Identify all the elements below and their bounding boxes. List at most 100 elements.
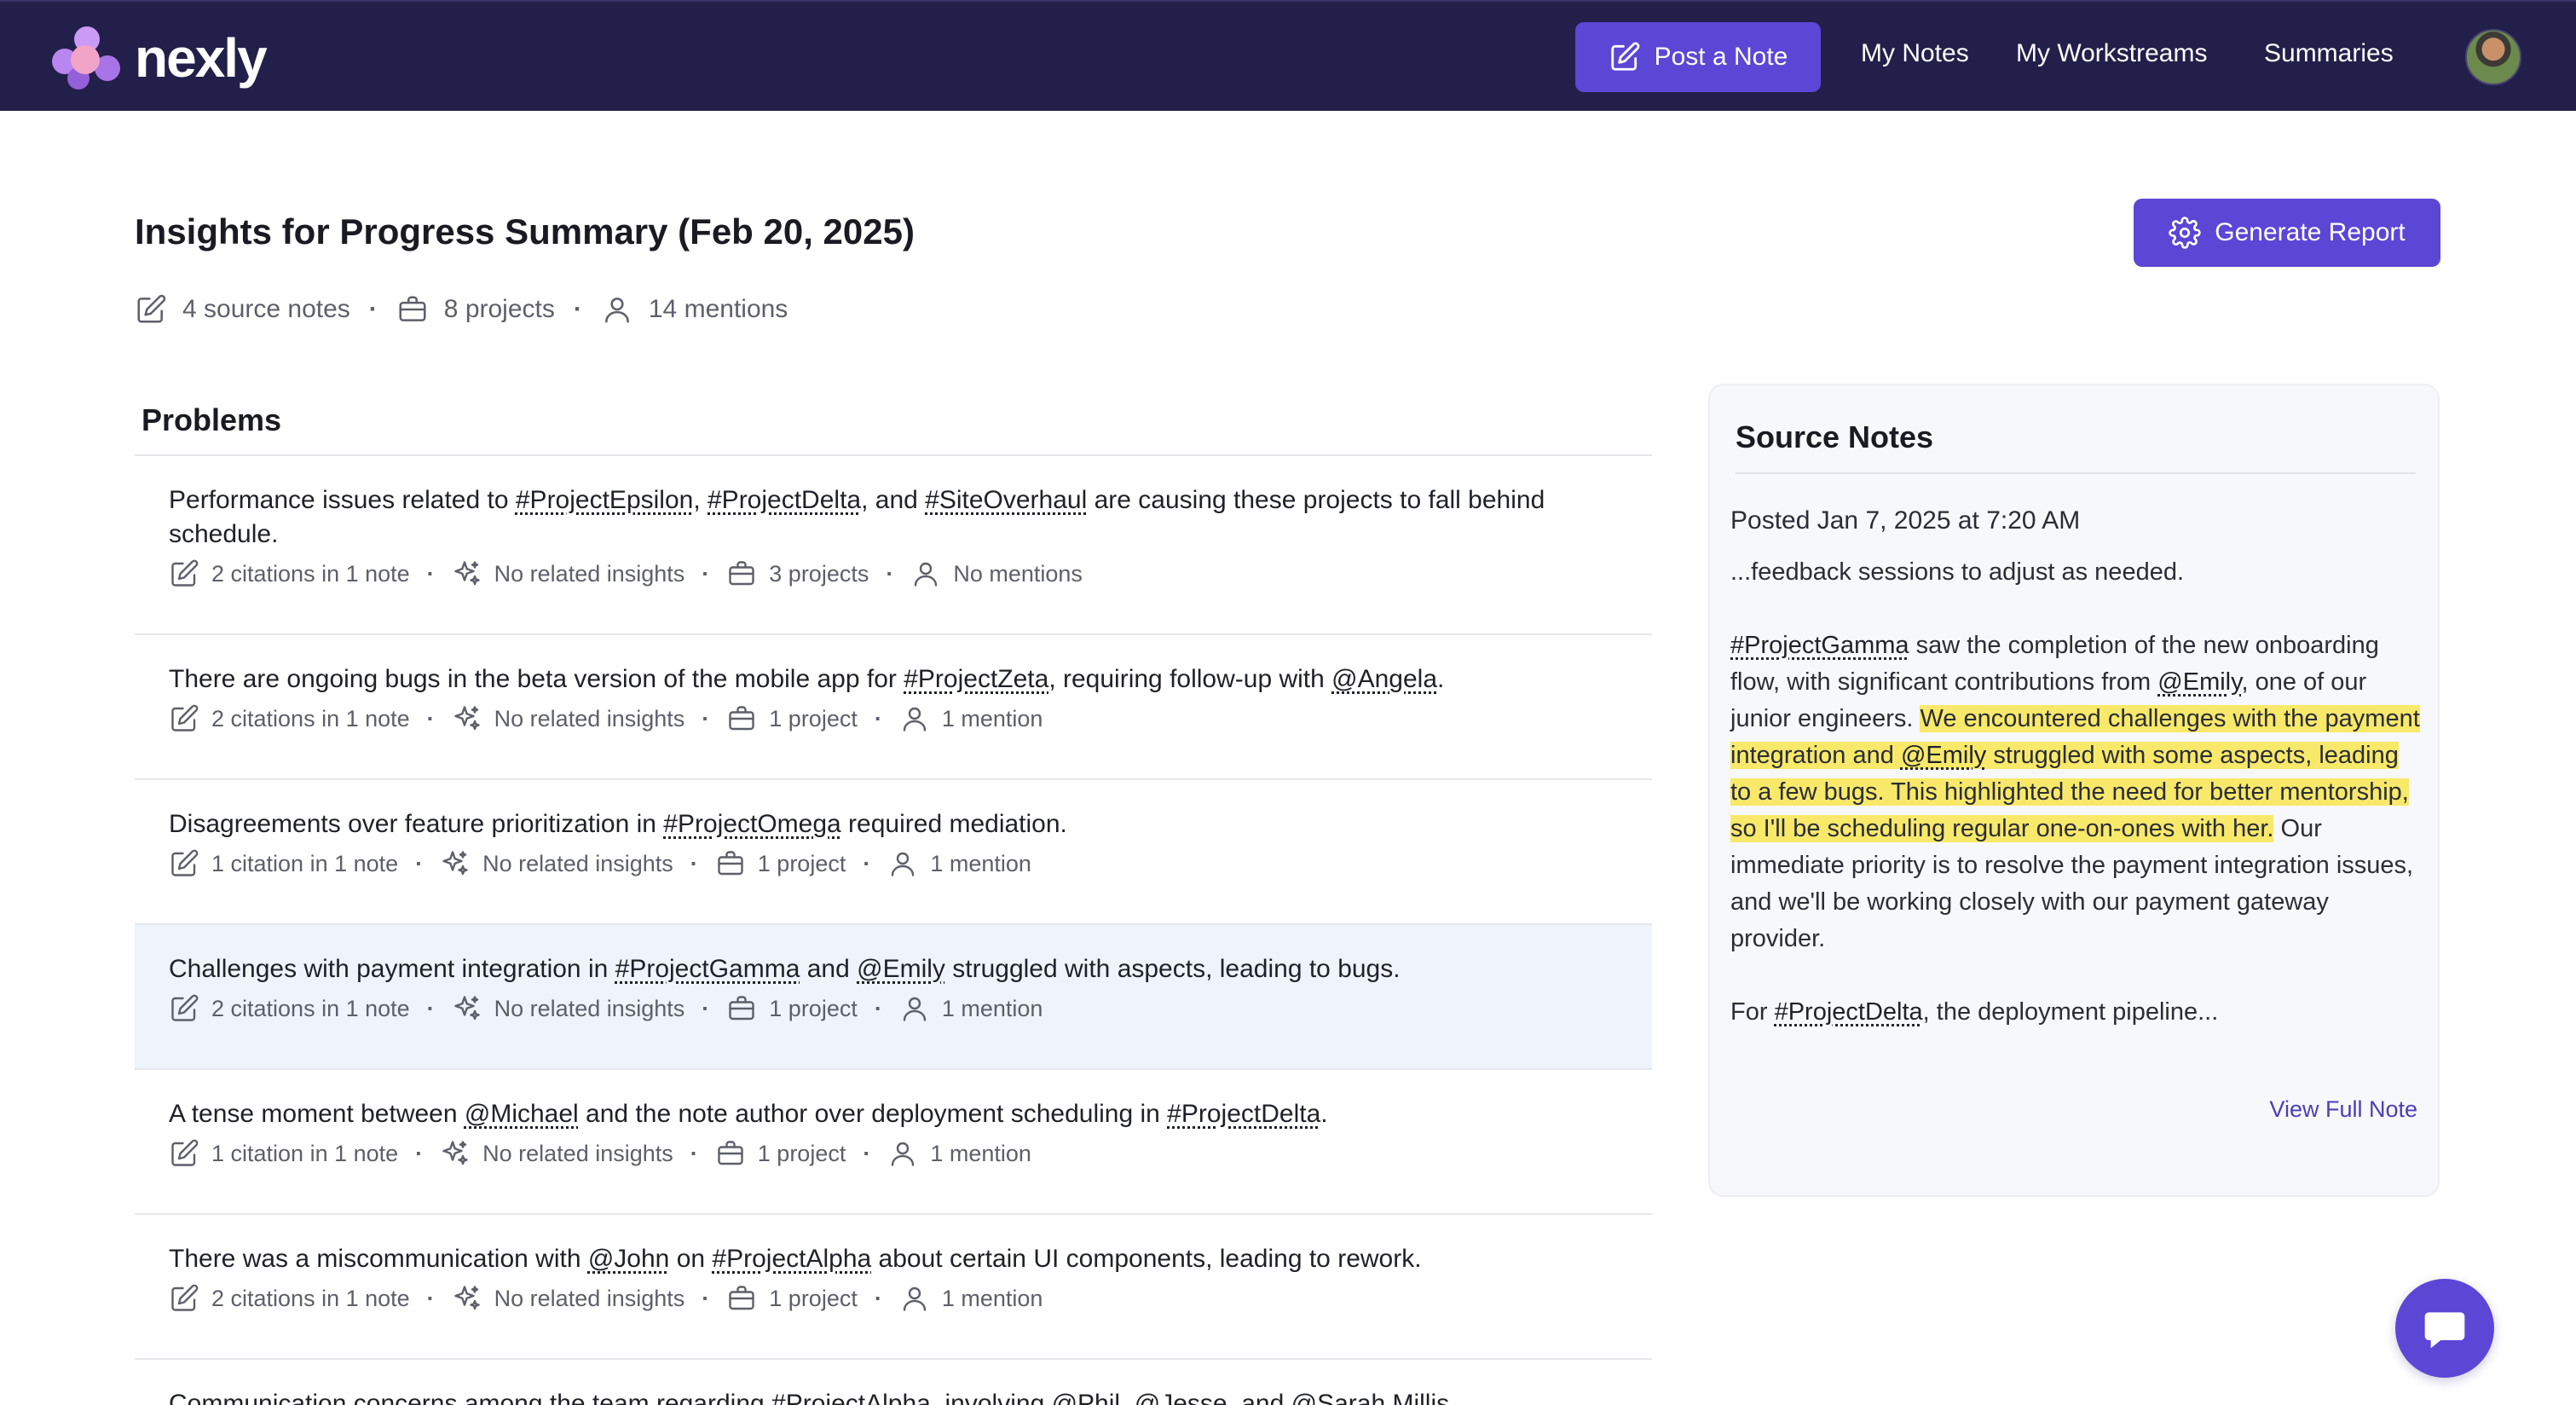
mention-link[interactable]: @Angela [1331, 665, 1437, 693]
project-tag-link[interactable]: #ProjectOmega [663, 810, 840, 838]
post-note-button[interactable]: Post a Note [1575, 22, 1821, 92]
separator-dot: · [886, 560, 894, 587]
note-text-segment: ...feedback sessions to adjust as needed… [1730, 558, 2185, 586]
page-title: Insights for Progress Summary (Feb 20, 2… [135, 211, 915, 252]
related-insights: No related insights [452, 1283, 684, 1314]
top-navigation: nexly Post a Note My Notes My Workstream… [0, 0, 2576, 111]
mention-link[interactable]: @Emily [1900, 742, 1987, 769]
problem-text-segment: . [1320, 1100, 1328, 1128]
mention-link[interactable]: @Sarah Millis [1291, 1390, 1450, 1405]
project-tag-link[interactable]: #ProjectDelta [1775, 998, 1923, 1026]
mentions-count: 1 mention [899, 993, 1043, 1024]
edit-icon [171, 994, 199, 1021]
summary-meta: 4 source notes · 8 projects · 14 mention… [135, 293, 788, 326]
citations-count-text: 1 citation in 1 note [211, 850, 399, 876]
project-tag-link[interactable]: #ProjectAlpha [712, 1245, 871, 1273]
chat-button[interactable] [2395, 1279, 2494, 1378]
separator-dot: · [874, 1285, 882, 1311]
problem-meta: 2 citations in 1 note · No related insight… [169, 703, 1043, 734]
problem-row[interactable]: Performance issues related to #ProjectEp… [135, 456, 1652, 635]
problem-text-segment: struggled with aspects, leading to bugs. [944, 955, 1401, 983]
briefcase-icon [718, 851, 743, 876]
separator-dot: · [702, 1285, 710, 1311]
brand-logo[interactable]: nexly [51, 24, 268, 92]
related-insights: No related insights [440, 1138, 673, 1169]
project-tag-link[interactable]: #ProjectZeta [904, 665, 1048, 693]
mention-link[interactable]: @Michael [465, 1100, 579, 1128]
mention-link[interactable]: @Emily [857, 955, 945, 983]
problem-row[interactable]: Disagreements over feature prioritizatio… [135, 780, 1652, 925]
mentions-count-text: 1 mention [941, 705, 1043, 731]
separator-dot: · [426, 705, 435, 731]
related-insights-text: No related insights [494, 560, 685, 587]
divider [1736, 472, 2416, 474]
briefcase-icon [729, 706, 754, 731]
problem-text-segment: . [1437, 665, 1445, 693]
nav-my-notes[interactable]: My Notes [1861, 39, 1969, 68]
project-tag-link[interactable]: #ProjectDelta [1167, 1100, 1320, 1128]
mentions-count-text: No mentions [953, 560, 1083, 587]
problem-row[interactable]: Challenges with payment integration in #… [135, 925, 1652, 1070]
related-insights: No related insights [452, 558, 685, 589]
projects-count: 1 project [715, 1138, 846, 1169]
projects-count: 1 project [726, 1283, 858, 1314]
related-insights: No related insights [440, 848, 673, 879]
project-tag-link[interactable]: #ProjectEpsilon [516, 486, 693, 514]
meta-source-notes-text: 4 source notes [182, 295, 350, 323]
briefcase-icon [729, 1286, 754, 1310]
mention-link[interactable]: @Phil [1052, 1390, 1120, 1405]
problem-text-segment: , and [861, 486, 926, 514]
citations-count-text: 2 citations in 1 note [211, 705, 410, 731]
separator-dot: · [702, 560, 710, 587]
sparkles-icon [442, 1141, 468, 1165]
meta-projects: 8 projects [396, 293, 555, 326]
project-tag-link[interactable]: #ProjectDelta [708, 486, 861, 514]
problem-text: Challenges with payment integration in #… [169, 952, 1618, 986]
person-icon [903, 1286, 927, 1311]
project-tag-link[interactable]: #ProjectAlpha [771, 1390, 931, 1405]
source-note-paragraph: For #ProjectDelta, the deployment pipeli… [1730, 994, 2421, 1031]
person-icon [903, 997, 927, 1021]
citations-count: 1 citation in 1 note [169, 848, 398, 879]
problem-text-segment: , [693, 486, 708, 514]
problem-text-segment: and [800, 955, 858, 983]
projects-count: 3 projects [726, 558, 869, 589]
separator-dot: · [863, 1140, 871, 1166]
generate-report-button[interactable]: Generate Report [2134, 199, 2440, 267]
problem-text-segment: , [1120, 1390, 1135, 1405]
problem-row[interactable]: Communication concerns among the team re… [135, 1360, 1652, 1405]
gear-icon [2169, 217, 2201, 249]
related-insights: No related insights [452, 993, 684, 1024]
mention-link[interactable]: @Emily [2157, 668, 2241, 696]
separator-dot: · [573, 295, 582, 323]
edit-icon [171, 704, 199, 731]
problem-row[interactable]: There are ongoing bugs in the beta versi… [135, 635, 1652, 780]
problem-row[interactable]: A tense moment between @Michael and the … [135, 1070, 1652, 1215]
projects-count-text: 3 projects [769, 560, 869, 587]
citations-count: 2 citations in 1 note [169, 993, 410, 1024]
separator-dot: · [690, 1140, 698, 1166]
project-tag-link[interactable]: #SiteOverhaul [925, 486, 1087, 514]
view-full-note-link[interactable]: View Full Note [2269, 1096, 2417, 1123]
mention-link[interactable]: @John [588, 1245, 670, 1273]
sparkles-icon [442, 851, 468, 876]
edit-icon [171, 1139, 199, 1166]
problem-text: Communication concerns among the team re… [169, 1387, 1618, 1405]
problem-meta: 2 citations in 1 note · No related insight… [169, 993, 1043, 1024]
separator-dot: · [863, 850, 871, 876]
source-note-paragraph: ...feedback sessions to adjust as needed… [1730, 554, 2421, 591]
separator-dot: · [415, 850, 424, 876]
nav-my-workstreams[interactable]: My Workstreams [2016, 39, 2207, 68]
project-tag-link[interactable]: #ProjectGamma [1730, 632, 1909, 659]
project-tag-link[interactable]: #ProjectGamma [615, 955, 800, 983]
problem-meta: 1 citation in 1 note · No related insights… [169, 1138, 1031, 1169]
user-avatar[interactable] [2465, 29, 2521, 85]
problem-row[interactable]: There was a miscommunication with @John … [135, 1215, 1652, 1360]
nav-summaries[interactable]: Summaries [2264, 39, 2394, 68]
mentions-count: 1 mention [899, 703, 1043, 734]
problem-text-segment: and the note author over deployment sche… [578, 1100, 1168, 1128]
brand-name: nexly [135, 27, 268, 89]
mention-link[interactable]: @Jesse [1135, 1390, 1227, 1405]
separator-dot: · [702, 995, 710, 1021]
note-text-segment: For [1730, 998, 1775, 1026]
